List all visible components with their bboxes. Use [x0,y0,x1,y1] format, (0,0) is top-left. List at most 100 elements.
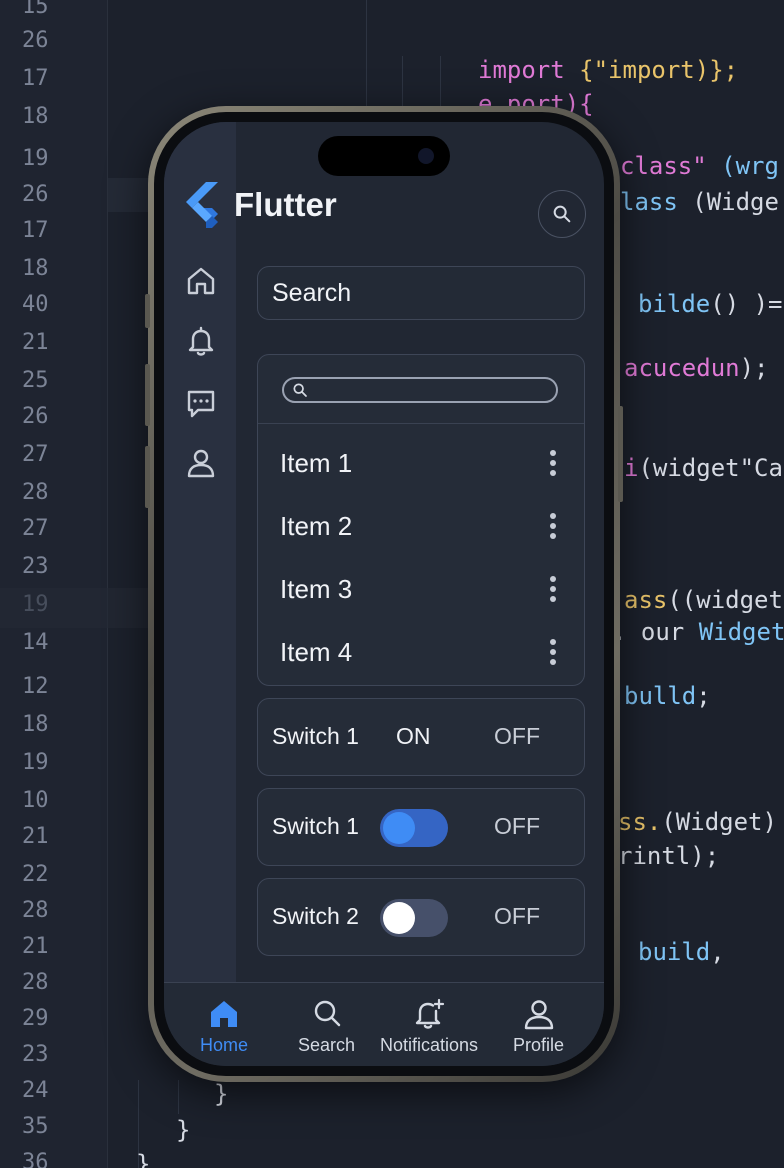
line-number: 27 [22,442,49,467]
list-item-label: Item 1 [280,447,353,478]
app-bar-search-button[interactable] [538,190,586,238]
more-vert-icon[interactable] [544,637,562,667]
line-number: 19 [22,146,49,171]
line-number: 10 [22,788,49,813]
nav-label: Home [200,1035,249,1055]
nav-notifications[interactable]: Notifications [380,997,478,1056]
indent-guide [440,56,441,110]
switch-off-label: OFF [494,903,540,929]
nav-label: Search [298,1035,356,1055]
dynamic-island [318,136,450,176]
nav-profile[interactable]: Profile [513,997,564,1056]
toggle-switch-off[interactable] [380,899,448,937]
toggle-knob [383,902,415,934]
volume-down-button [145,446,150,508]
line-number: 28 [22,898,49,923]
line-number: 21 [22,824,49,849]
code-line: ass((widget [624,586,783,614]
list-item-label: Item 4 [280,636,353,667]
app-title: Flutter [234,186,337,223]
more-vert-icon[interactable] [544,511,562,541]
search-input[interactable]: Search [257,266,585,320]
action-button [145,294,150,328]
code-line: bulld; [624,682,711,710]
current-line-highlight [0,588,150,628]
list-card: Item 1 Item 2 Item 3 Item 4 [257,354,585,686]
line-number: 14 [22,630,49,655]
code-line: build, [638,938,725,966]
volume-up-button [145,364,150,426]
code-line: ss.(Widget) [618,808,777,836]
line-number: 40 [22,292,49,317]
toggle-switch-on[interactable] [380,809,448,847]
code-line: } [214,1080,229,1108]
code-line: . our Widget [612,618,784,646]
list-search-input[interactable] [282,377,558,403]
navigation-rail [164,122,236,982]
switch-label: Switch 1 [272,813,359,839]
switch-row-segmented: Switch 1 ON OFF [257,698,585,776]
switch-off-label: OFF [494,813,540,839]
indent-guide [402,56,403,110]
switch-row-off: Switch 2 OFF [257,878,585,956]
line-number: 21 [22,934,49,959]
flutter-logo-icon [186,182,218,228]
line-number: 26 [22,28,49,53]
line-number: 19 [22,750,49,775]
nav-search[interactable]: Search [298,997,355,1056]
rail-person-icon[interactable] [184,446,218,480]
list-item-label: Item 2 [280,510,353,541]
line-number: 22 [22,862,49,887]
line-number: 23 [22,554,49,579]
power-button [618,406,623,502]
line-number: 21 [22,330,49,355]
camera-icon [418,148,434,164]
line-number: 29 [22,1006,49,1031]
list-item[interactable]: Item 4 [258,624,584,680]
toggle-knob [383,812,415,844]
switch-row-on: Switch 1 OFF [257,788,585,866]
line-number: 17 [22,66,49,91]
more-vert-icon[interactable] [544,448,562,478]
line-number: 24 [22,1078,49,1103]
list-item[interactable]: Item 3 [258,561,584,617]
code-line: acucedun); [624,354,769,382]
phone-mockup: Flutter Search Item 1 Item 2 Item 3 Item… [145,106,623,1082]
app-screen: Flutter Search Item 1 Item 2 Item 3 Item… [164,122,604,1066]
line-number: 27 [22,516,49,541]
code-line: lass (Widge [620,188,779,216]
line-number: 35 [22,1114,49,1139]
line-number: 15 [22,0,49,19]
nav-home[interactable]: Home [200,997,248,1056]
line-number: 25 [22,368,49,393]
code-line: } [136,1150,151,1168]
line-number: 18 [22,712,49,737]
rail-bell-icon[interactable] [184,324,218,358]
more-vert-icon[interactable] [544,574,562,604]
indent-guide [178,1080,179,1114]
line-number: 26 [22,182,49,207]
rail-chat-icon[interactable] [184,386,218,420]
code-line: i(widget"Ca [624,454,783,482]
code-line: import {"import)}; [478,56,739,84]
switch-on-option[interactable]: ON [396,723,431,750]
nav-label: Notifications [380,1035,479,1055]
nav-label: Profile [513,1035,565,1055]
line-number: 28 [22,970,49,995]
switch-off-option[interactable]: OFF [494,723,540,750]
search-icon [553,205,571,223]
line-number: 18 [22,104,49,129]
app-bar-brand: Flutter [182,182,337,228]
line-number: 26 [22,404,49,429]
list-item[interactable]: Item 2 [258,498,584,554]
list-item[interactable]: Item 1 [258,435,584,491]
line-number: 18 [22,256,49,281]
switch-label: Switch 2 [272,903,359,929]
bottom-navigation-bar: Home Search Notifications Profile [164,982,604,1066]
line-number-gutter: 15 26 17 18 19 26 17 18 40 21 25 26 27 2… [0,0,108,1168]
indent-guide [366,0,367,110]
divider [258,423,584,424]
person-icon [524,1000,553,1030]
rail-home-icon[interactable] [184,264,218,298]
line-number: 17 [22,218,49,243]
